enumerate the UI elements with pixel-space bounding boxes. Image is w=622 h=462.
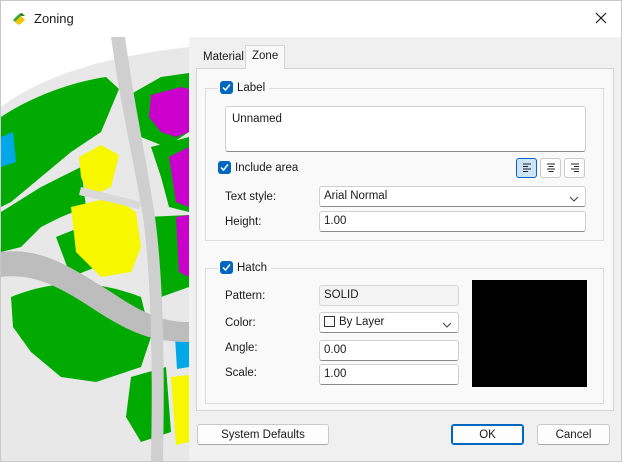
- label-text-area[interactable]: Unnamed: [225, 106, 586, 152]
- tab-zone-label: Zone: [252, 50, 279, 62]
- height-label: Height:: [225, 216, 262, 228]
- window-title: Zoning: [34, 11, 74, 26]
- close-button[interactable]: [587, 7, 615, 31]
- cancel-button[interactable]: Cancel: [537, 424, 610, 445]
- alignment-buttons: [516, 158, 586, 178]
- tab-zone[interactable]: Zone: [245, 45, 286, 69]
- zoning-dialog: Zoning Material Zone Label Unnamed Inclu…: [0, 0, 622, 462]
- align-left-icon: [522, 161, 532, 175]
- pattern-field: SOLID: [319, 285, 459, 306]
- system-defaults-button[interactable]: System Defaults: [197, 424, 329, 445]
- chevron-down-icon: [442, 319, 452, 331]
- align-right-button[interactable]: [564, 158, 585, 178]
- include-area-row: Include area: [218, 161, 298, 174]
- text-style-value: Arial Normal: [324, 190, 388, 202]
- zone-tab-panel: Label Unnamed Include area Text style: A…: [196, 68, 614, 411]
- ok-label: OK: [479, 428, 496, 441]
- align-center-icon: [546, 161, 556, 175]
- tab-material-label: Material: [203, 51, 244, 63]
- align-right-icon: [570, 161, 580, 175]
- hatch-preview: [472, 280, 587, 387]
- align-left-button[interactable]: [516, 158, 537, 178]
- ok-button[interactable]: OK: [451, 424, 524, 445]
- scale-input[interactable]: 1.00: [319, 364, 459, 385]
- color-value: By Layer: [339, 316, 385, 328]
- hatch-checkbox-label: Hatch: [237, 261, 268, 274]
- system-defaults-label: System Defaults: [221, 428, 305, 441]
- text-style-label: Text style:: [225, 191, 277, 203]
- text-style-select[interactable]: Arial Normal: [319, 186, 586, 207]
- label-checkbox[interactable]: [220, 81, 233, 94]
- title-bar[interactable]: Zoning: [1, 1, 621, 37]
- include-area-checkbox[interactable]: [218, 161, 231, 174]
- label-checkbox-label: Label: [237, 81, 266, 94]
- color-select[interactable]: By Layer: [319, 312, 459, 333]
- hatch-group: Hatch Pattern: SOLID Color: By Layer Ang…: [205, 261, 604, 404]
- color-label: Color:: [225, 317, 256, 329]
- include-area-label: Include area: [235, 161, 299, 174]
- hatch-checkbox[interactable]: [220, 261, 233, 274]
- angle-input[interactable]: 0.00: [319, 340, 459, 361]
- hatch-group-header: Hatch: [218, 261, 272, 274]
- angle-label: Angle:: [225, 342, 258, 354]
- cancel-label: Cancel: [555, 428, 592, 441]
- label-group: Label Unnamed Include area Text style: A…: [205, 81, 604, 241]
- label-group-header: Label: [218, 81, 270, 94]
- tab-material[interactable]: Material: [197, 47, 250, 68]
- app-logo-icon: [12, 12, 26, 26]
- scale-label: Scale:: [225, 367, 257, 379]
- zoning-map-preview: [1, 37, 189, 461]
- align-center-button[interactable]: [540, 158, 561, 178]
- properties-pane: Material Zone Label Unnamed Include area: [189, 37, 621, 419]
- color-swatch-icon: [324, 316, 335, 327]
- close-icon: [595, 12, 607, 27]
- pattern-label: Pattern:: [225, 290, 266, 302]
- height-input[interactable]: 1.00: [319, 211, 586, 232]
- chevron-down-icon: [569, 193, 579, 205]
